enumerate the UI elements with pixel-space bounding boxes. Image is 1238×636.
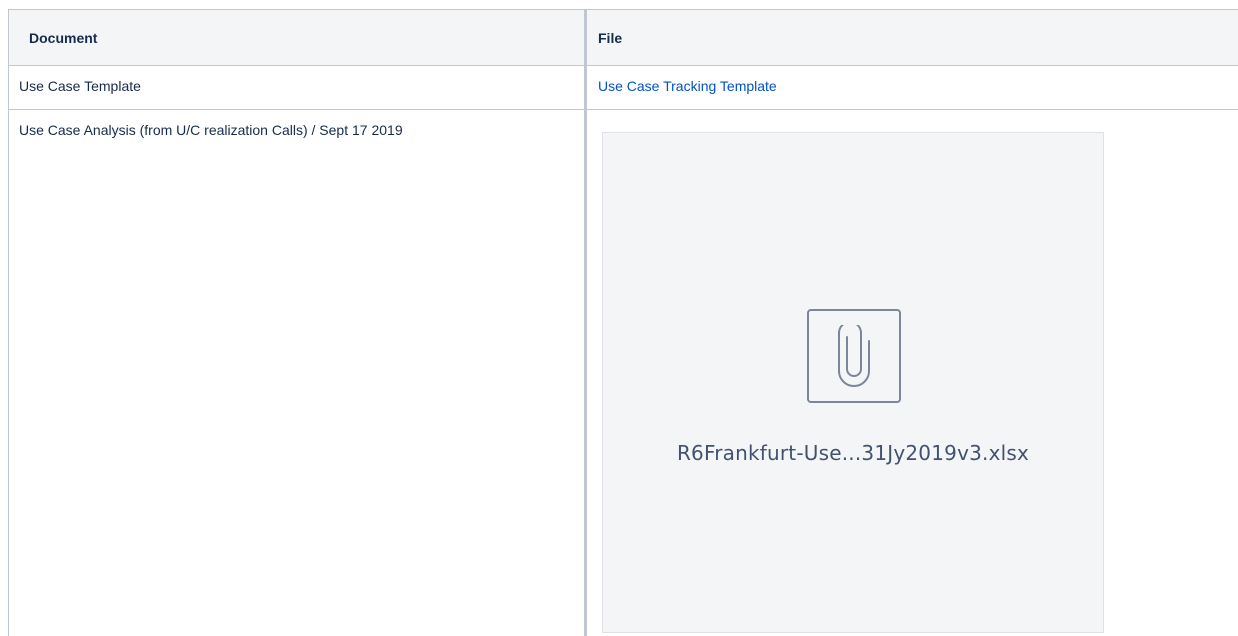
column-divider: [584, 9, 587, 636]
column-header-document[interactable]: Document: [8, 9, 586, 66]
document-cell: Use Case Template: [8, 65, 586, 110]
table-row: Use Case Template Use Case Tracking Temp…: [8, 65, 1238, 110]
file-cell: R6Frankfurt-Use...31Jy2019v3.xlsx: [585, 109, 1238, 636]
attachment-preview-card[interactable]: R6Frankfurt-Use...31Jy2019v3.xlsx: [602, 132, 1104, 633]
table-header-row: Document File: [8, 9, 1238, 66]
column-header-file[interactable]: File: [585, 9, 1238, 66]
documents-table: Document File Use Case Template Use Case…: [8, 9, 1238, 636]
attachment-file-name: R6Frankfurt-Use...31Jy2019v3.xlsx: [676, 441, 1030, 465]
document-cell: Use Case Analysis (from U/C realization …: [8, 109, 586, 636]
use-case-tracking-template-link[interactable]: Use Case Tracking Template: [598, 78, 777, 94]
content-area: Document File Use Case Template Use Case…: [0, 0, 1238, 636]
file-cell: Use Case Tracking Template: [585, 65, 1238, 110]
paperclip-icon: [807, 309, 901, 403]
table-row: Use Case Analysis (from U/C realization …: [8, 109, 1238, 636]
